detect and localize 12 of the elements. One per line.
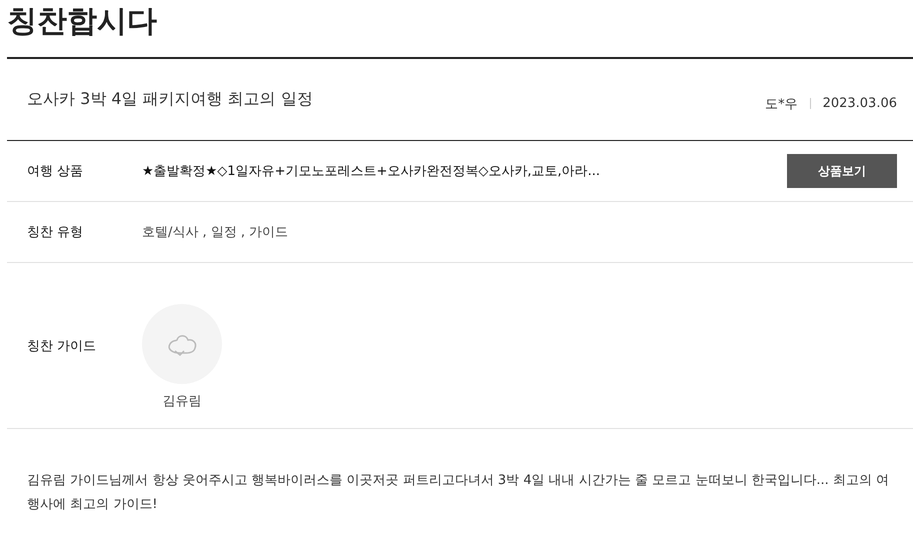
praise-content: 김유림 가이드님께서 항상 웃어주시고 행복바이러스를 이곳저곳 퍼트리고다녀서 3박 4일 내내 시간가는 줄 모르고 눈떠보니 한국입니다... 최고의 여행사에 최고의 가이드! xyxy=(26,472,890,514)
row-label: 칭찬 가이드 xyxy=(27,338,98,354)
row-label: 칭찬 유형 xyxy=(27,224,84,241)
post-title: 오사카 3박 4일 패키지여행 최고의 일정 xyxy=(27,89,313,110)
page-title: 칭찬합시다 xyxy=(7,0,913,59)
post-date: 2023.03.06 xyxy=(822,96,897,111)
row-label: 여행 상품 xyxy=(27,163,84,180)
product-name: ★출발확정★◇1일자유+기모노포레스트+오사카완전정복◇오사카,교토,아라... xyxy=(142,163,602,180)
guide-name: 김유림 xyxy=(162,392,202,410)
view-product-button[interactable]: 상품보기 xyxy=(787,154,897,188)
author-name: 도*우 xyxy=(765,96,798,112)
praise-types: 호텔/식사 , 일정 , 가이드 xyxy=(142,224,290,241)
